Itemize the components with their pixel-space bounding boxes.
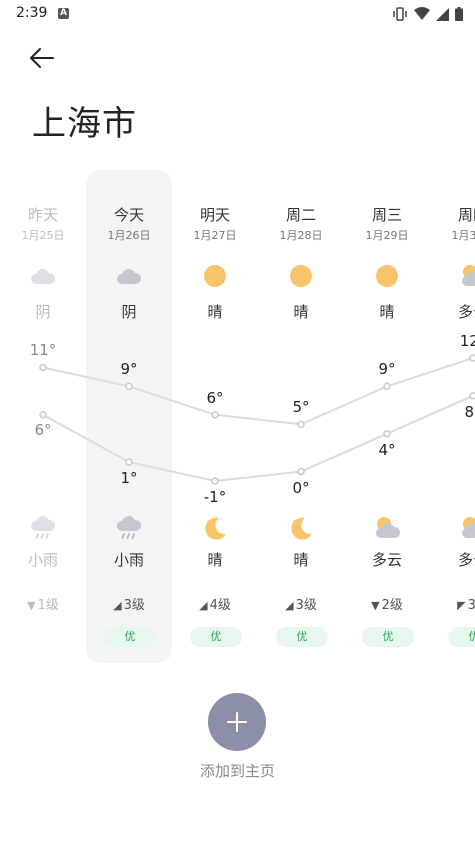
wind-level: ◢ 3级: [86, 594, 172, 613]
aqi-badge: 优: [448, 627, 475, 647]
wind-level: ▼ 2级: [344, 594, 430, 613]
sunny-icon: [287, 262, 315, 290]
night-condition: 小雨: [113, 551, 144, 569]
light-rain-icon: [115, 514, 143, 542]
day-name: 明天: [199, 206, 230, 224]
partly-cloudy-icon: [373, 514, 401, 542]
aqi-badge: 优: [362, 627, 414, 647]
low-temp-label: -1°: [203, 488, 227, 506]
wind-value: 2级: [381, 598, 403, 613]
day-name: 周三: [371, 206, 402, 224]
aqi-badge: 优: [276, 627, 328, 647]
night-condition: 小雨: [27, 551, 58, 569]
day-date: 1月26日: [107, 229, 151, 242]
day-condition: 阴: [121, 303, 137, 321]
partly-cloudy-icon: [459, 514, 475, 542]
add-to-home-label: 添加到主页: [199, 762, 275, 780]
night-condition: 晴: [293, 551, 309, 569]
day-condition: 晴: [207, 303, 223, 321]
cloudy-icon: [115, 262, 143, 290]
wind-direction-icon: ◤: [457, 599, 466, 612]
night-condition: 晴: [207, 551, 223, 569]
wind-level: ◤3级: [430, 594, 475, 613]
high-temp-label: 9°: [378, 360, 396, 379]
day-date: 1月25日: [21, 229, 65, 242]
moon-icon: [201, 514, 229, 542]
wind-level: ◢ 3级: [258, 594, 344, 613]
day-date: 1月30日: [451, 229, 475, 242]
day-name: 周四: [457, 206, 475, 224]
day-name: 今天: [113, 206, 144, 224]
add-to-home-button[interactable]: [208, 693, 266, 751]
day-date: 1月28日: [279, 229, 323, 242]
day-condition: 晴: [293, 303, 309, 321]
sunny-icon: [373, 262, 401, 290]
wind-direction-icon: ▼: [27, 599, 36, 612]
low-temp-label: 4°: [378, 440, 396, 459]
high-temp-label: 11°: [29, 341, 57, 360]
day-condition: 晴: [379, 303, 395, 321]
day-column[interactable]: 周三 1月29日 晴 多云 ▼ 2级 优: [344, 200, 430, 660]
day-column[interactable]: 周二 1月28日 晴 晴 ◢ 3级 优: [258, 200, 344, 660]
low-temp-label: 8°: [464, 402, 475, 421]
high-temp-label: 5°: [292, 398, 310, 417]
wind-value: 3级: [295, 598, 317, 613]
day-date: 1月27日: [193, 229, 237, 242]
wind-value: 3级: [123, 598, 145, 613]
night-condition: 多云: [371, 551, 402, 569]
aqi-badge: 优: [104, 627, 156, 647]
night-condition: 多云: [457, 551, 475, 569]
day-column[interactable]: 明天 1月27日 晴 晴 ◢ 4级 优: [172, 200, 258, 660]
light-rain-icon: [29, 514, 57, 542]
low-temp-label: 1°: [120, 469, 138, 488]
wind-value: 1级: [37, 598, 59, 613]
cloudy-icon: [29, 262, 57, 290]
high-temp-label: 12°: [459, 332, 475, 350]
wind-direction-icon: ◢: [113, 599, 122, 612]
day-column[interactable]: 今天 1月26日 阴 小雨 ◢ 3级 优: [86, 200, 172, 660]
wind-value: 3级: [467, 598, 475, 613]
high-temp-label: 9°: [120, 360, 138, 379]
day-date: 1月29日: [365, 229, 409, 242]
low-temp-label: 6°: [34, 420, 52, 439]
high-temp-label: 6°: [206, 388, 224, 407]
partly-cloudy-icon: [459, 262, 475, 290]
day-name: 周二: [285, 206, 316, 224]
wind-level: ▼ 1级: [0, 594, 86, 613]
wind-direction-icon: ◢: [285, 599, 294, 612]
day-condition: 多云: [457, 303, 475, 321]
day-condition: 阴: [35, 303, 51, 321]
wind-direction-icon: ▼: [371, 599, 380, 612]
day-column[interactable]: 周四 1月30日 多云 多云 ◤3级 优: [430, 200, 475, 660]
day-name: 昨天: [27, 206, 58, 224]
low-temp-label: 0°: [292, 478, 310, 497]
wind-direction-icon: ◢: [199, 599, 208, 612]
wind-level: ◢ 4级: [172, 594, 258, 613]
aqi-badge: 优: [190, 627, 242, 647]
moon-icon: [287, 514, 315, 542]
sunny-icon: [201, 262, 229, 290]
wind-value: 4级: [209, 598, 231, 613]
